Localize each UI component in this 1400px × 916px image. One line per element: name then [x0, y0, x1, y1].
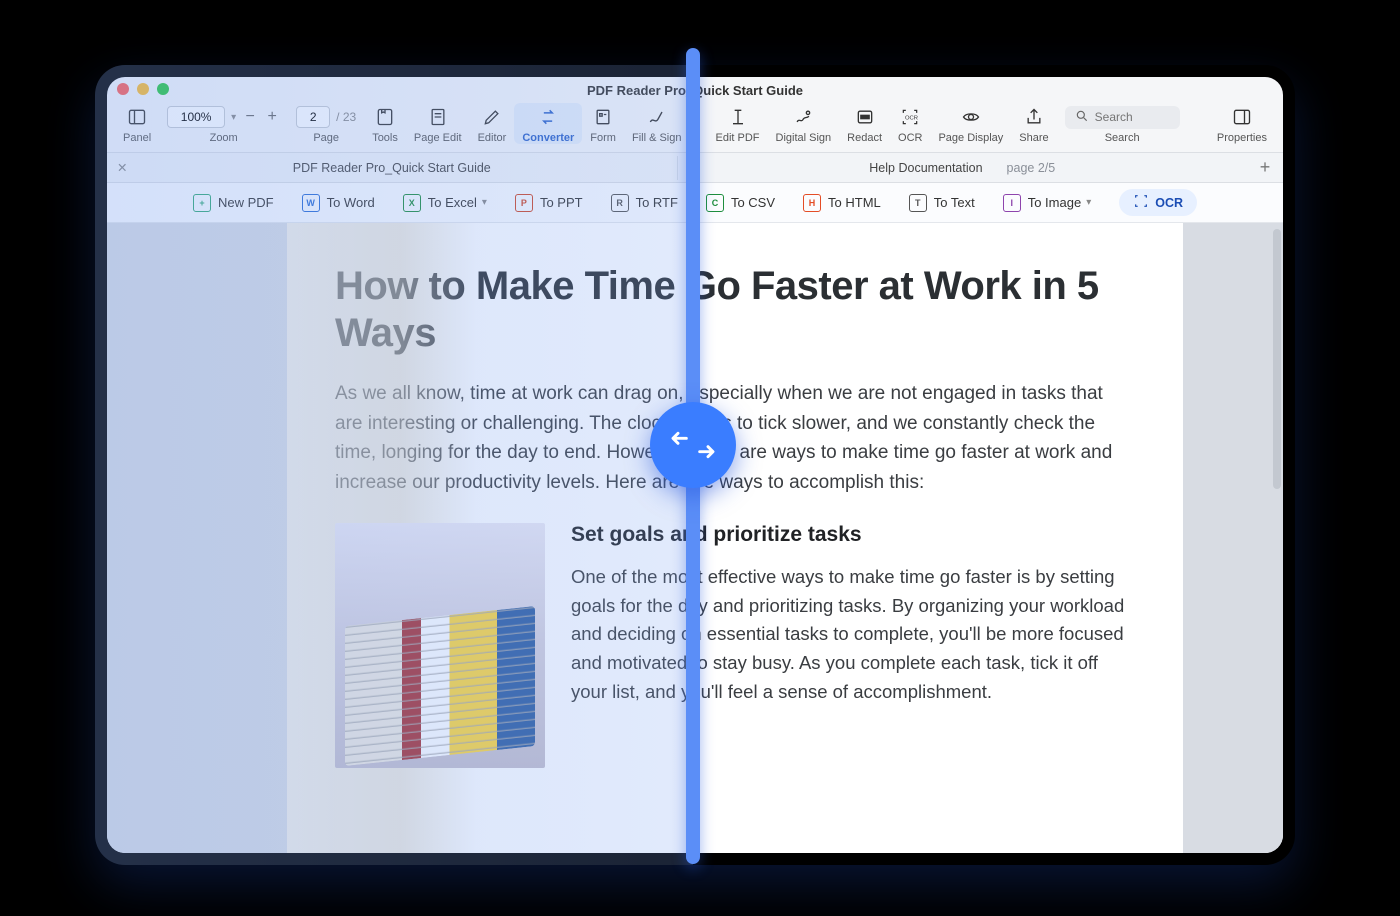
- ocr-toolbar-button[interactable]: OCR OCR: [890, 103, 930, 144]
- right-gutter: [1183, 223, 1283, 853]
- page-edit-button[interactable]: Page Edit: [406, 103, 470, 144]
- rtf-icon: R: [611, 194, 629, 212]
- search-group: Search: [1057, 103, 1188, 144]
- search-icon: [1075, 109, 1089, 126]
- ocr-icon: OCR: [899, 107, 921, 127]
- close-tab-icon[interactable]: ✕: [117, 160, 127, 175]
- tab-2[interactable]: Help Documentation page 2/5: [678, 161, 1248, 175]
- image-icon: I: [1003, 194, 1021, 212]
- excel-icon: X: [403, 194, 421, 212]
- page-edit-icon: [427, 107, 449, 127]
- scrollbar-thumb[interactable]: [1273, 229, 1281, 489]
- zoom-dropdown-icon[interactable]: ▾: [231, 112, 236, 123]
- minimize-window-button[interactable]: [137, 83, 149, 95]
- section-heading: Set goals and prioritize tasks: [571, 523, 1135, 547]
- zoom-out-button[interactable]: −: [242, 108, 258, 126]
- converter-button[interactable]: Converter: [514, 103, 582, 144]
- tools-button[interactable]: Tools: [364, 103, 406, 144]
- to-word-button[interactable]: WTo Word: [302, 194, 375, 212]
- form-button[interactable]: Form: [582, 103, 624, 144]
- panel-icon: [126, 107, 148, 127]
- new-tab-button[interactable]: +: [1247, 157, 1283, 178]
- editor-button[interactable]: Editor: [470, 103, 515, 144]
- page-total: / 23: [336, 110, 356, 124]
- digital-sign-button[interactable]: Digital Sign: [768, 103, 840, 144]
- to-csv-button[interactable]: CTo CSV: [706, 194, 775, 212]
- html-icon: H: [803, 194, 821, 212]
- tab-label: PDF Reader Pro_Quick Start Guide: [293, 161, 491, 175]
- fill-sign-icon: [646, 107, 668, 127]
- doc-section: Set goals and prioritize tasks One of th…: [335, 523, 1135, 768]
- form-icon: [592, 107, 614, 127]
- tab-label: Help Documentation: [869, 161, 982, 175]
- editor-icon: [481, 107, 503, 127]
- chevron-down-icon: ▾: [482, 197, 487, 208]
- csv-icon: C: [706, 194, 724, 212]
- redact-icon: [854, 107, 876, 127]
- panel-button[interactable]: Panel: [115, 103, 159, 144]
- zoom-input[interactable]: [167, 106, 225, 128]
- ocr-badge-icon: [1133, 193, 1149, 212]
- to-excel-button[interactable]: XTo Excel▾: [403, 194, 487, 212]
- svg-text:OCR: OCR: [905, 116, 918, 122]
- redact-button[interactable]: Redact: [839, 103, 890, 144]
- zoom-in-button[interactable]: +: [264, 108, 280, 126]
- text-icon: T: [909, 194, 927, 212]
- new-pdf-button[interactable]: +New PDF: [193, 194, 274, 212]
- tab-meta: page 2/5: [1007, 161, 1056, 175]
- word-icon: W: [302, 194, 320, 212]
- plus-icon: +: [193, 194, 211, 212]
- to-rtf-button[interactable]: RTo RTF: [611, 194, 678, 212]
- window-controls: [117, 83, 169, 95]
- left-gutter: [107, 223, 287, 853]
- page-input[interactable]: [296, 106, 330, 128]
- converter-icon: [537, 107, 559, 127]
- to-text-button[interactable]: TTo Text: [909, 194, 975, 212]
- compare-slider-handle[interactable]: [650, 402, 736, 488]
- chevron-down-icon: ▾: [1086, 197, 1091, 208]
- share-button[interactable]: Share: [1011, 103, 1056, 144]
- page-canvas[interactable]: How to Make Time Go Faster at Work in 5 …: [287, 223, 1183, 853]
- fill-sign-button[interactable]: Fill & Sign: [624, 103, 690, 144]
- tab-1[interactable]: ✕ PDF Reader Pro_Quick Start Guide: [107, 161, 677, 175]
- swap-arrows-icon: [668, 425, 718, 465]
- page-control: / 23 Page: [288, 103, 364, 144]
- page-display-icon: [960, 107, 982, 127]
- edit-pdf-icon: [727, 107, 749, 127]
- section-body: One of the most effective ways to make t…: [571, 563, 1135, 706]
- section-image: [335, 523, 545, 768]
- edit-pdf-button[interactable]: Edit PDF: [708, 103, 768, 144]
- digital-sign-icon: [792, 107, 814, 127]
- to-image-button[interactable]: ITo Image▾: [1003, 194, 1092, 212]
- ppt-icon: P: [515, 194, 533, 212]
- to-html-button[interactable]: HTo HTML: [803, 194, 881, 212]
- close-window-button[interactable]: [117, 83, 129, 95]
- search-box[interactable]: [1065, 106, 1180, 129]
- zoom-control: ▾ − + Zoom: [159, 103, 288, 144]
- properties-icon: [1231, 107, 1253, 127]
- ocr-pill-button[interactable]: OCR: [1119, 189, 1197, 216]
- properties-button[interactable]: Properties: [1209, 103, 1275, 144]
- search-input[interactable]: [1095, 110, 1165, 124]
- share-icon: [1023, 107, 1045, 127]
- to-ppt-button[interactable]: PTo PPT: [515, 194, 583, 212]
- page-display-button[interactable]: Page Display: [930, 103, 1011, 144]
- tools-icon: [374, 107, 396, 127]
- maximize-window-button[interactable]: [157, 83, 169, 95]
